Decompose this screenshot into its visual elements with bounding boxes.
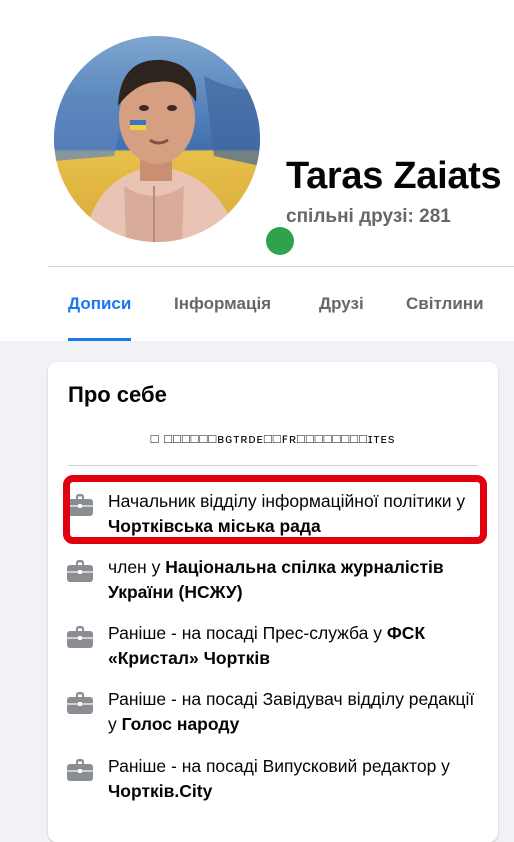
work-item-text: член у Національна спілка журналістів Ук… (108, 555, 486, 605)
about-bio: □ □□□□□□ʙɢᴛʀᴅᴇ□□ꜰʀ□□□□□□□□ɪᴛᴇs (150, 431, 396, 446)
work-item-place[interactable]: Голос народу (122, 714, 240, 734)
work-item-text: Раніше - на посаді Прес-служба у ФСК «Кр… (108, 621, 486, 671)
tab-friends[interactable]: Друзі (319, 267, 364, 341)
work-item-text: Раніше - на посаді Випусковий редактор у… (108, 754, 486, 804)
about-card: Про себе □ □□□□□□ʙɢᴛʀᴅᴇ□□ꜰʀ□□□□□□□□ɪᴛᴇs … (48, 362, 498, 842)
work-item-label: Раніше - на посаді Прес-служба у (108, 623, 387, 643)
mutual-friends[interactable]: спільні друзі: 281 (286, 206, 451, 228)
tab-posts[interactable]: Дописи (68, 267, 132, 341)
avatar-portrait (54, 36, 260, 242)
profile-header: Taras Zaiats спільні друзі: 281 Дописи І… (0, 0, 514, 341)
work-item-label: Раніше - на посаді Випусковий редактор у (108, 756, 450, 776)
briefcase-icon (66, 691, 94, 715)
briefcase-icon (66, 758, 94, 782)
briefcase-icon (66, 559, 94, 583)
highlight-box (63, 475, 487, 544)
work-item-label: член у (108, 557, 166, 577)
profile-tabs: Дописи Інформація Друзі Світлини (48, 267, 514, 341)
work-item-place[interactable]: Чортків.City (108, 781, 212, 801)
profile-name[interactable]: Taras Zaiats (286, 155, 502, 198)
profile-avatar[interactable] (50, 32, 299, 260)
about-divider (68, 465, 478, 466)
tab-photos[interactable]: Світлини (406, 267, 484, 341)
briefcase-icon (66, 625, 94, 649)
about-title: Про себе (68, 382, 167, 407)
tab-about[interactable]: Інформація (174, 267, 271, 341)
work-item-text: Раніше - на посаді Завідувач відділу ред… (108, 687, 486, 737)
avatar-image[interactable] (54, 36, 260, 242)
